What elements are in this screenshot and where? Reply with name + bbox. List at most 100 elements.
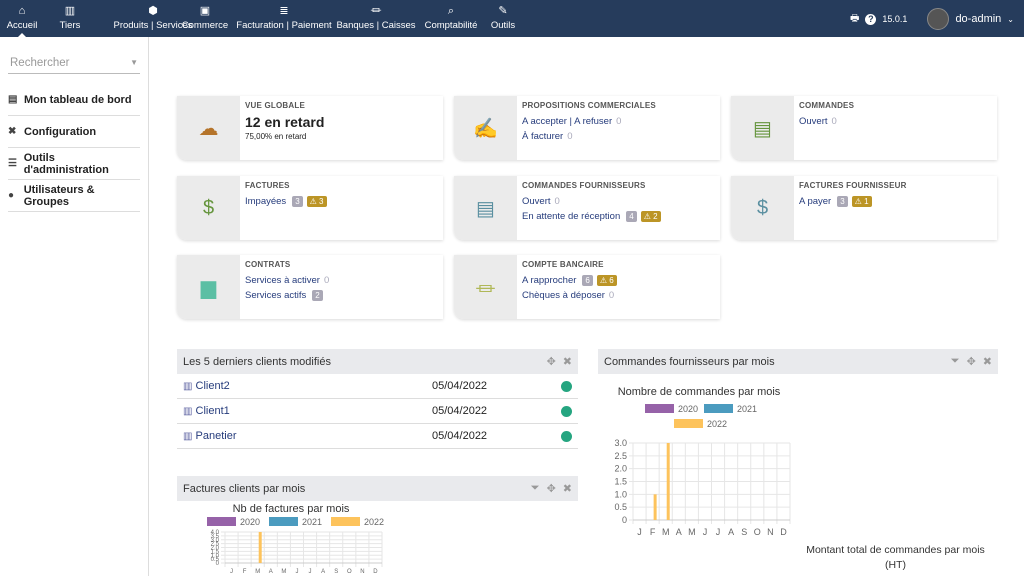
legend-label: 2020 (678, 404, 698, 414)
x-tick-label: J (309, 569, 312, 575)
table-row: ▥ Client1 05/04/2022 (177, 399, 578, 424)
count-badge: 3 (292, 196, 303, 207)
link-open[interactable]: Ouvert (799, 116, 828, 127)
box-global: ☁ VUE GLOBALE 12 en retard 75,00% en ret… (177, 96, 443, 160)
link-unpaid[interactable]: Impayées (245, 196, 286, 207)
chevron-down-icon[interactable]: ⌄ (1007, 15, 1014, 24)
user-menu[interactable]: do-admin (955, 13, 1001, 25)
x-tick-label: J (637, 527, 642, 537)
caret-down-icon: ▼ (130, 58, 138, 67)
x-tick-label: O (754, 527, 761, 537)
print-icon[interactable]: 🖶 (850, 11, 859, 28)
box-propal: ✍ PROPOSITIONS COMMERCIALES A accepter |… (454, 96, 720, 160)
legend-swatch (674, 419, 703, 428)
table-row: ▥ Panetier 05/04/2022 (177, 424, 578, 449)
link-awaiting[interactable]: En attente de réception (522, 211, 620, 222)
status-dot (561, 430, 572, 442)
coins-icon: ≣ (279, 5, 289, 17)
modified-date: 05/04/2022 (432, 405, 488, 417)
x-tick-label: D (780, 527, 787, 537)
sidebar-item[interactable]: ▤ Mon tableau de bord (8, 84, 140, 116)
bar (666, 443, 670, 520)
x-tick-label: S (334, 569, 338, 575)
legend-swatch (704, 404, 733, 413)
help-icon[interactable]: ? (865, 13, 877, 25)
count: 0 (831, 116, 837, 127)
link-to-pay[interactable]: A payer (799, 196, 831, 207)
count-badge: 4 (626, 211, 637, 222)
panel-title: Les 5 derniers clients modifiés (183, 355, 331, 368)
filter-icon[interactable]: ⏷ (531, 482, 540, 495)
warning-badge: ⚠ 6 (596, 275, 617, 286)
count: 0 (554, 196, 560, 207)
link-cheques[interactable]: Chèques à déposer (522, 290, 605, 301)
x-tick-label: A (269, 569, 273, 575)
close-icon[interactable]: ✖ (983, 355, 992, 368)
menu-facturation-paiement[interactable]: ≣ Facturation | Paiement (234, 0, 334, 37)
link-active[interactable]: Services actifs (245, 290, 306, 301)
move-icon[interactable]: ✥ (967, 355, 976, 368)
x-tick-label: O (347, 569, 352, 575)
x-tick-label: F (650, 527, 656, 537)
bar (653, 494, 657, 520)
menu-outils[interactable]: ✎ Outils (453, 0, 553, 37)
client-link[interactable]: ▥ Client2 (183, 380, 432, 392)
client-link[interactable]: ▥ Client1 (183, 405, 432, 417)
filter-icon[interactable]: ⏷ (951, 355, 960, 368)
move-icon[interactable]: ✥ (547, 482, 556, 495)
box-commandes: ▤ COMMANDES Ouvert 0 (731, 96, 997, 160)
sidebar-item[interactable]: ✖ Configuration (8, 116, 140, 148)
modified-date: 05/04/2022 (432, 380, 488, 392)
warning-badge: ⚠ 1 (851, 196, 872, 207)
move-icon[interactable]: ✥ (547, 355, 556, 368)
link-to-accept[interactable]: A accepter | A refuser (522, 116, 612, 127)
panel-title: Factures clients par mois (183, 482, 306, 495)
legend-swatch (269, 517, 298, 526)
box-title: COMPTE BANCAIRE (522, 260, 604, 269)
count: 0 (616, 116, 622, 127)
x-tick-label: S (741, 527, 747, 537)
x-tick-label: A (321, 569, 325, 575)
avatar[interactable] (927, 8, 950, 30)
building-icon: ▥ (183, 406, 193, 417)
sidebar-item[interactable]: ☰ Outils d'administration (8, 148, 140, 180)
box-title: FACTURES FOURNISSEUR (799, 181, 907, 190)
legend-swatch (331, 517, 360, 526)
close-icon[interactable]: ✖ (563, 355, 572, 368)
status-dot (561, 380, 572, 392)
box-title: COMMANDES (799, 101, 855, 110)
factures-chart: Nb de factures par mois2020 2021 202200.51… (207, 503, 384, 575)
x-tick-label: N (767, 527, 774, 537)
sidebar-icon: ✖ (8, 126, 17, 137)
sidebar-item[interactable]: ● Utilisateurs & Groupes (8, 180, 140, 212)
building-icon: ▥ (183, 381, 193, 392)
box-title: FACTURES (245, 181, 290, 190)
sidebar-icon: ● (8, 190, 15, 201)
y-tick-label: 2.0 (614, 464, 627, 474)
link-reconcile[interactable]: A rapprocher (522, 275, 576, 286)
modified-date: 05/04/2022 (432, 430, 488, 442)
panel-last-clients: Les 5 derniers clients modifiés ✥ ✖ ▥ Clie… (177, 349, 578, 449)
close-icon[interactable]: ✖ (563, 482, 572, 495)
menu-label: Commerce (181, 20, 229, 31)
x-tick-label: M (662, 527, 670, 537)
link-open[interactable]: Ouvert (522, 196, 551, 207)
sidebar-item-label: Outils d'administration (23, 151, 109, 176)
amount-chart-title: Montant total de commandes par mois (HT) (806, 544, 985, 571)
x-tick-label: A (676, 527, 682, 537)
x-tick-label: M (281, 569, 286, 575)
file-dollar-icon: $ (177, 176, 240, 240)
x-tick-label: A (728, 527, 734, 537)
file-signature-icon: ✍ (454, 96, 517, 160)
link-to-bill[interactable]: À facturer (522, 131, 563, 142)
box-title: PROPOSITIONS COMMERCIALES (522, 101, 656, 110)
client-link[interactable]: ▥ Panetier (183, 430, 432, 442)
chart-title: Nb de factures par mois (233, 503, 350, 515)
count-badge: 3 (837, 196, 848, 207)
count: 0 (323, 275, 330, 286)
search-input[interactable]: Rechercher ▼ (8, 52, 140, 74)
count-badge: 6 (582, 275, 593, 286)
x-tick-label: D (373, 569, 378, 575)
link-to-activate[interactable]: Services à activer (245, 275, 320, 286)
legend-label: 2020 (240, 517, 260, 527)
